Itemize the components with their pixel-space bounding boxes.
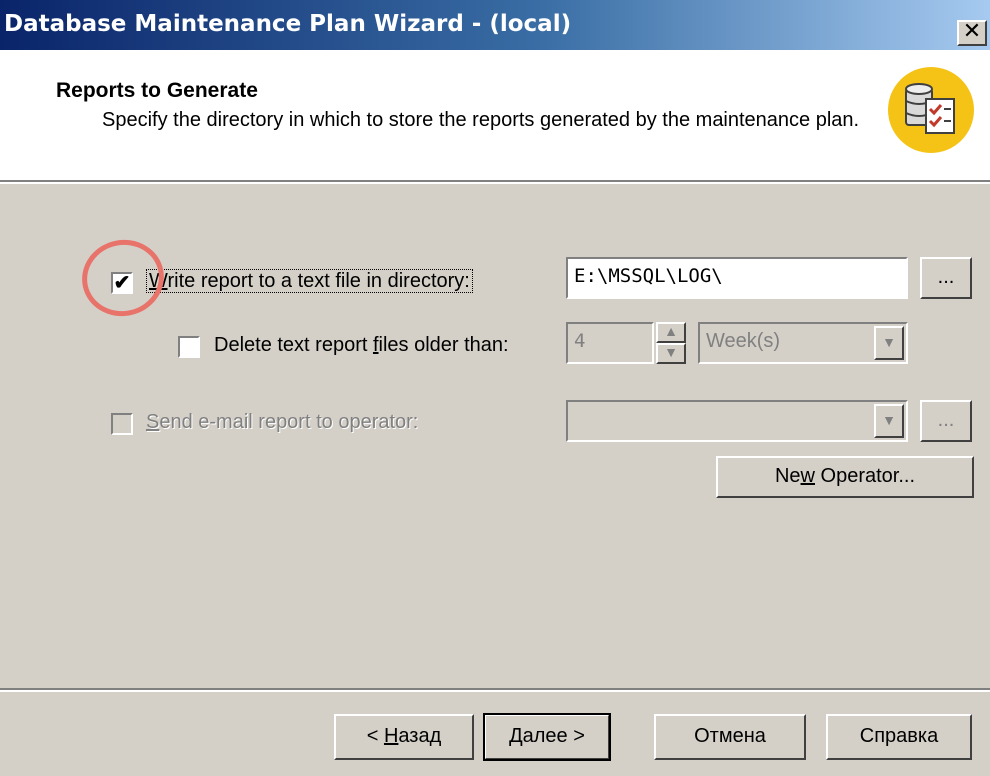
footer-divider xyxy=(0,688,990,692)
delete-old-reports-checkbox[interactable] xyxy=(178,336,200,358)
back-button[interactable]: < Назад xyxy=(334,714,474,760)
close-button[interactable]: ✕ xyxy=(957,20,987,46)
browse-directory-button[interactable]: ... xyxy=(920,257,972,299)
chevron-down-icon: ▼ xyxy=(882,412,896,428)
next-button[interactable]: Далее > xyxy=(483,713,611,761)
database-report-icon xyxy=(888,67,974,153)
page-title: Reports to Generate xyxy=(56,79,258,102)
browse-operator-button[interactable]: ... xyxy=(920,400,972,442)
email-report-checkbox[interactable] xyxy=(111,413,133,435)
up-arrow-icon: ▲ xyxy=(664,323,678,339)
title-bar: Database Maintenance Plan Wizard - (loca… xyxy=(0,0,990,50)
unit-dropdown-button[interactable]: ▼ xyxy=(874,326,904,360)
operator-select[interactable] xyxy=(566,400,908,442)
delete-old-reports-label[interactable]: Delete text report files older than: xyxy=(214,334,509,357)
cancel-button[interactable]: Отмена xyxy=(654,714,806,760)
operator-dropdown-button[interactable]: ▼ xyxy=(874,404,904,438)
chevron-down-icon: ▼ xyxy=(882,334,896,350)
spin-up-button[interactable]: ▲ xyxy=(656,322,686,343)
spin-down-button[interactable]: ▼ xyxy=(656,343,686,364)
write-report-label[interactable]: Write report to a text file in directory… xyxy=(146,269,473,293)
email-report-label[interactable]: Send e-mail report to operator: xyxy=(146,411,418,434)
close-icon: ✕ xyxy=(962,19,982,44)
wizard-header: Reports to Generate Specify the director… xyxy=(0,50,990,184)
report-directory-input[interactable]: E:\MSSQL\LOG\ xyxy=(566,257,908,299)
page-subtitle: Specify the directory in which to store … xyxy=(102,109,860,131)
new-operator-button[interactable]: New Operator... xyxy=(716,456,974,498)
help-button[interactable]: Справка xyxy=(826,714,972,760)
age-number-input[interactable]: 4 xyxy=(566,322,654,364)
window-title: Database Maintenance Plan Wizard - (loca… xyxy=(4,11,572,37)
down-arrow-icon: ▼ xyxy=(664,344,678,360)
annotation-circle xyxy=(74,232,172,324)
